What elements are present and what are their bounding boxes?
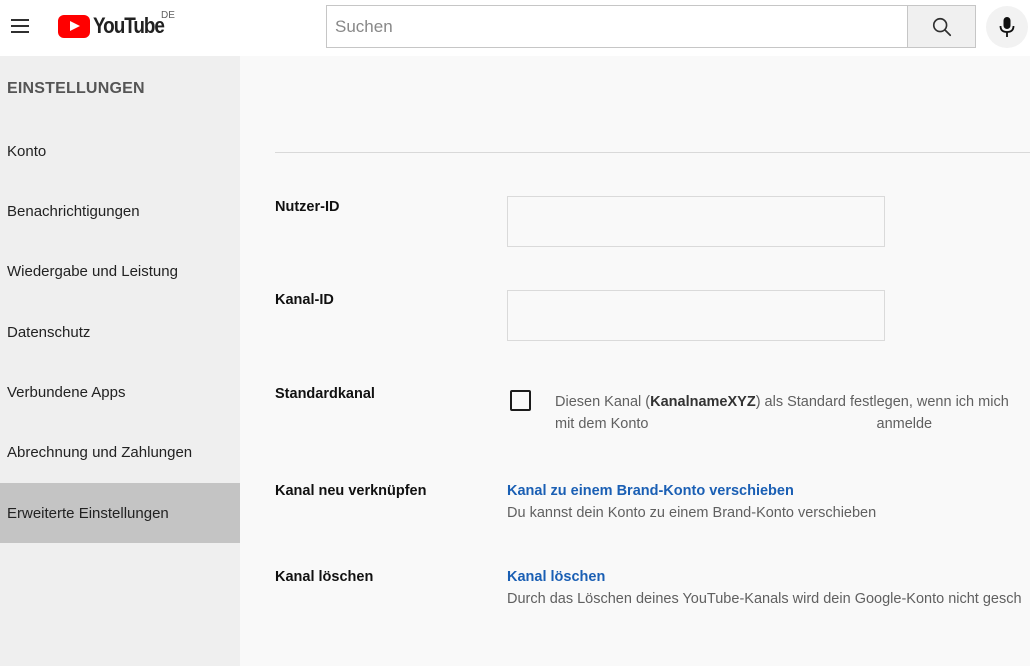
settings-sidebar: EINSTELLUNGEN Konto Benachrichtigungen W… [0, 56, 240, 666]
hamburger-icon[interactable] [8, 14, 32, 38]
sidebar-item-benachrichtigungen[interactable]: Benachrichtigungen [0, 181, 240, 241]
channel-id-field[interactable] [507, 290, 885, 341]
relink-description: Du kannst dein Konto zu einem Brand-Kont… [507, 505, 877, 521]
microphone-icon [999, 17, 1015, 37]
search-button[interactable] [907, 5, 976, 48]
sidebar-item-verbundene-apps[interactable]: Verbundene Apps [0, 362, 240, 422]
user-id-field[interactable] [507, 196, 885, 247]
sidebar-item-konto[interactable]: Konto [0, 121, 240, 181]
default-channel-checkbox[interactable] [510, 390, 531, 411]
sidebar-heading: EINSTELLUNGEN [7, 80, 145, 97]
default-channel-label: Standardkanal [275, 386, 375, 402]
channel-id-label: Kanal-ID [275, 292, 334, 308]
sidebar-item-erweiterte-einstellungen[interactable]: Erweiterte Einstellungen [0, 483, 240, 543]
default-channel-text: Diesen Kanal (KanalnameXYZ) als Standard… [555, 394, 1009, 432]
sidebar-item-wiedergabe[interactable]: Wiedergabe und Leistung [0, 241, 240, 301]
top-bar: YouTube DE [0, 0, 1030, 56]
sidebar-item-abrechnung[interactable]: Abrechnung und Zahlungen [0, 422, 240, 482]
sidebar-item-label: Erweiterte Einstellungen [7, 504, 169, 522]
section-divider [275, 152, 1030, 153]
sidebar-item-label: Verbundene Apps [7, 383, 126, 401]
sidebar-item-label: Konto [7, 142, 47, 160]
youtube-logo[interactable]: YouTube [58, 13, 175, 39]
search-input[interactable] [327, 6, 907, 47]
settings-content: Nutzer-ID Kanal-ID Standardkanal Diesen … [240, 56, 1030, 666]
region-code: DE [161, 10, 175, 21]
delete-channel-label: Kanal löschen [275, 569, 374, 585]
delete-channel-link[interactable]: Kanal löschen [507, 569, 605, 585]
sidebar-item-label: Wiedergabe und Leistung [7, 262, 178, 280]
youtube-play-icon [58, 14, 90, 38]
relink-label: Kanal neu verknüpfen [275, 483, 427, 499]
search-box [326, 5, 908, 48]
search-icon [932, 17, 952, 37]
move-to-brand-account-link[interactable]: Kanal zu einem Brand-Konto verschieben [507, 483, 794, 499]
mic-button[interactable] [986, 6, 1028, 48]
sidebar-item-datenschutz[interactable]: Datenschutz [0, 302, 240, 362]
channel-name: KanalnameXYZ [650, 394, 756, 410]
logo-text: YouTube [93, 13, 165, 38]
sidebar-item-label: Abrechnung und Zahlungen [7, 443, 193, 461]
sidebar-item-label: Benachrichtigungen [7, 202, 140, 220]
sidebar-item-label: Datenschutz [7, 323, 91, 341]
user-id-label: Nutzer-ID [275, 199, 340, 215]
delete-channel-description: Durch das Löschen deines YouTube-Kanals … [507, 591, 1022, 607]
